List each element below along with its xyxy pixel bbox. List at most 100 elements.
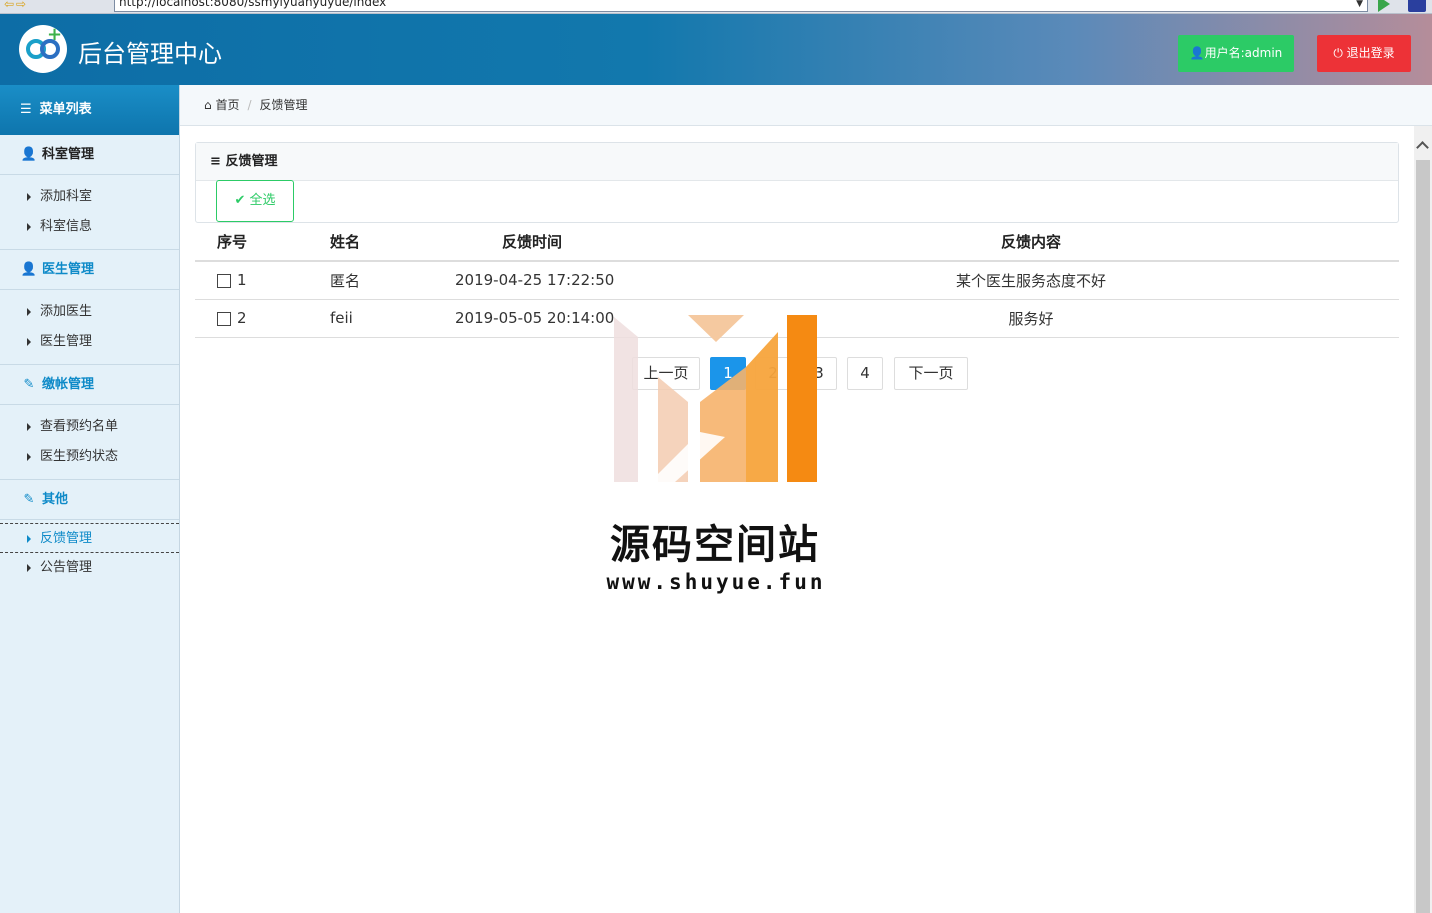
caret-right-icon bbox=[27, 337, 31, 346]
sidebar: ☰ 菜单列表 👤 科室管理 添加科室 科室信息 👤 医生管理 添加医生 医生管理 ✎ 缴… bbox=[0, 85, 180, 913]
user-button[interactable]: 👤用户名:admin bbox=[1178, 35, 1294, 72]
edit-icon: ✎ bbox=[23, 492, 35, 507]
extension-icon[interactable] bbox=[1408, 0, 1426, 12]
feedback-panel: ≡ 反馈管理 ✔ 全选 bbox=[195, 142, 1399, 223]
user-button-label: 用户名:admin bbox=[1204, 46, 1283, 60]
sidebar-item-label: 公告管理 bbox=[40, 560, 93, 575]
row-name: 匿名 bbox=[309, 261, 418, 300]
breadcrumb-home[interactable]: 首页 bbox=[215, 98, 239, 112]
sidebar-group-items: 查看预约名单 医生预约状态 bbox=[0, 405, 179, 480]
row-content: 服务好 bbox=[663, 299, 1399, 338]
app-title: 后台管理中心 bbox=[78, 40, 222, 68]
sidebar-item-label: 科室信息 bbox=[40, 219, 93, 234]
sidebar-group-department[interactable]: 👤 科室管理 bbox=[0, 135, 179, 175]
select-all-label: 全选 bbox=[249, 193, 276, 208]
go-icon[interactable] bbox=[1378, 0, 1390, 12]
list-icon: ☰ bbox=[20, 102, 32, 117]
sidebar-menu-title: 菜单列表 bbox=[39, 102, 92, 117]
caret-right-icon bbox=[27, 192, 31, 201]
page-button-1[interactable]: 1 bbox=[710, 357, 746, 390]
page-button-3[interactable]: 3 bbox=[801, 357, 837, 390]
sidebar-group-other[interactable]: ✎ 其他 bbox=[0, 480, 179, 520]
row-no: 2 bbox=[237, 309, 247, 327]
row-name: feii bbox=[309, 299, 418, 338]
row-no-cell: 2 bbox=[195, 299, 309, 338]
power-icon: ⏻ bbox=[1333, 46, 1347, 60]
row-no-cell: 1 bbox=[195, 261, 309, 300]
logout-button-label: 退出登录 bbox=[1346, 46, 1395, 60]
sidebar-item-label: 反馈管理 bbox=[40, 531, 93, 546]
row-checkbox[interactable] bbox=[217, 311, 231, 326]
table-row: 2 feii 2019-05-05 20:14:00 服务好 bbox=[195, 299, 1399, 338]
prev-page-button[interactable]: 上一页 bbox=[632, 357, 700, 390]
breadcrumb: ⌂ 首页 / 反馈管理 bbox=[180, 85, 1432, 126]
select-all-button[interactable]: ✔ 全选 bbox=[216, 180, 294, 222]
sidebar-group-doctor[interactable]: 👤 医生管理 bbox=[0, 250, 179, 290]
user-icon: 👤 bbox=[20, 262, 38, 277]
column-header-no: 序号 bbox=[195, 223, 309, 262]
sidebar-group-label: 科室管理 bbox=[42, 147, 95, 162]
user-icon: 👤 bbox=[20, 147, 38, 162]
chevron-down-icon[interactable]: ▼ bbox=[1356, 0, 1363, 11]
caret-right-icon bbox=[27, 534, 31, 543]
sidebar-item-feedback[interactable]: 反馈管理 bbox=[0, 523, 179, 553]
sidebar-item-appointment-status[interactable]: 医生预约状态 bbox=[0, 442, 179, 472]
vertical-scrollbar[interactable] bbox=[1414, 126, 1432, 913]
sidebar-item-doctor-manage[interactable]: 医生管理 bbox=[0, 327, 179, 357]
caret-right-icon bbox=[27, 222, 31, 231]
watermark-logo bbox=[614, 315, 817, 482]
sidebar-group-label: 医生管理 bbox=[42, 262, 95, 277]
watermark-title: 源码空间站 bbox=[610, 522, 820, 568]
column-header-content: 反馈内容 bbox=[663, 223, 1399, 262]
sidebar-group-label: 其他 bbox=[42, 492, 69, 507]
list-icon: ≡ bbox=[210, 154, 221, 169]
address-bar[interactable]: http://localhost:8080/ssmyiyuanyuyue/ind… bbox=[114, 0, 1368, 12]
scroll-up-icon[interactable] bbox=[1417, 140, 1429, 152]
sidebar-item-add-doctor[interactable]: 添加医生 bbox=[0, 297, 179, 327]
page-button-2[interactable]: 2 bbox=[755, 357, 791, 390]
sidebar-item-appointment-list[interactable]: 查看预约名单 bbox=[0, 412, 179, 442]
sidebar-item-label: 查看预约名单 bbox=[40, 419, 119, 434]
browser-nav-icons[interactable]: ⇦⇨ bbox=[4, 0, 28, 11]
caret-right-icon bbox=[27, 422, 31, 431]
panel-title: 反馈管理 bbox=[225, 154, 278, 169]
sidebar-group-items: 添加科室 科室信息 bbox=[0, 175, 179, 250]
check-icon: ✔ bbox=[234, 193, 246, 208]
sidebar-group-items: 添加医生 医生管理 bbox=[0, 290, 179, 365]
panel-header: ≡ 反馈管理 bbox=[196, 143, 1398, 181]
logout-button[interactable]: ⏻ 退出登录 bbox=[1317, 35, 1411, 72]
sidebar-item-add-department[interactable]: 添加科室 bbox=[0, 182, 179, 212]
caret-right-icon bbox=[27, 452, 31, 461]
page-button-4[interactable]: 4 bbox=[847, 357, 883, 390]
user-icon: 👤 bbox=[1189, 46, 1205, 60]
sidebar-item-label: 添加医生 bbox=[40, 304, 93, 319]
browser-toolbar: ⇦⇨ http://localhost:8080/ssmyiyuanyuyue/… bbox=[0, 0, 1432, 14]
sidebar-group-items: 反馈管理 公告管理 bbox=[0, 520, 179, 583]
caret-right-icon bbox=[27, 307, 31, 316]
app-header: + 后台管理中心 👤用户名:admin ⏻ 退出登录 bbox=[0, 14, 1432, 85]
column-header-time: 反馈时间 bbox=[418, 223, 663, 262]
home-icon: ⌂ bbox=[204, 98, 212, 112]
address-bar-text: http://localhost:8080/ssmyiyuanyuyue/ind… bbox=[119, 0, 387, 9]
sidebar-item-label: 医生预约状态 bbox=[40, 449, 119, 464]
sidebar-menu-header: ☰ 菜单列表 bbox=[0, 85, 179, 135]
caret-right-icon bbox=[27, 563, 31, 572]
sidebar-item-label: 添加科室 bbox=[40, 189, 93, 204]
breadcrumb-separator: / bbox=[247, 98, 252, 112]
scrollbar-thumb[interactable] bbox=[1416, 160, 1430, 913]
row-no: 1 bbox=[237, 271, 247, 290]
app-logo: + bbox=[19, 25, 67, 73]
feedback-table: 序号 姓名 反馈时间 反馈内容 1 匿名 2019-04-25 17:22:50… bbox=[195, 223, 1399, 338]
row-checkbox[interactable] bbox=[217, 273, 231, 288]
table-header-row: 序号 姓名 反馈时间 反馈内容 bbox=[195, 223, 1399, 262]
sidebar-item-announcement[interactable]: 公告管理 bbox=[0, 553, 179, 583]
column-header-name: 姓名 bbox=[309, 223, 418, 262]
watermark: 源码空间站 www.shuyue.fun bbox=[600, 312, 840, 602]
sidebar-item-department-info[interactable]: 科室信息 bbox=[0, 212, 179, 242]
row-content: 某个医生服务态度不好 bbox=[663, 261, 1399, 300]
watermark-url: www.shuyue.fun bbox=[606, 570, 826, 594]
row-time: 2019-04-25 17:22:50 bbox=[418, 261, 663, 300]
sidebar-item-label: 医生管理 bbox=[40, 334, 93, 349]
next-page-button[interactable]: 下一页 bbox=[894, 357, 968, 390]
pagination: 上一页 1 2 3 4 下一页 bbox=[0, 357, 1432, 390]
